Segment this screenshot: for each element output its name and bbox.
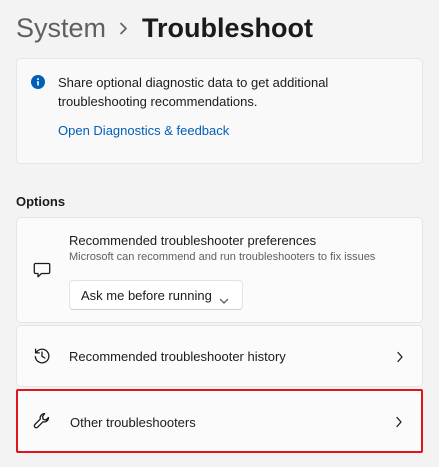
troubleshooter-preferences-card: Recommended troubleshooter preferences M… (16, 217, 423, 323)
breadcrumb-system[interactable]: System (16, 13, 106, 44)
history-icon (32, 346, 52, 366)
page-title: Troubleshoot (142, 12, 314, 43)
other-troubleshooters-label: Other troubleshooters (70, 415, 196, 430)
troubleshooter-history-row[interactable]: Recommended troubleshooter history (16, 325, 423, 387)
other-troubleshooters-row[interactable]: Other troubleshooters (16, 389, 423, 453)
breadcrumb-separator-chevron-icon (106, 8, 142, 48)
dropdown-selected-value: Ask me before running (81, 288, 212, 303)
chevron-right-icon (395, 415, 403, 433)
info-icon (31, 75, 45, 89)
wrench-icon (32, 411, 52, 431)
chat-bubble-icon (32, 260, 52, 280)
diagnostics-info-message: Share optional diagnostic data to get ad… (58, 75, 329, 109)
troubleshooter-preference-dropdown[interactable]: Ask me before running (69, 280, 243, 310)
open-diagnostics-feedback-link[interactable]: Open Diagnostics & feedback (58, 123, 229, 138)
options-section-label: Options (16, 194, 66, 209)
breadcrumb: System Troubleshoot (16, 8, 313, 48)
preferences-title: Recommended troubleshooter preferences (69, 233, 317, 248)
diagnostics-info-card: Share optional diagnostic data to get ad… (16, 58, 423, 164)
chevron-down-icon (219, 292, 229, 310)
preferences-description: Microsoft can recommend and run troubles… (69, 251, 376, 263)
chevron-right-icon (396, 350, 404, 368)
troubleshooter-history-label: Recommended troubleshooter history (69, 349, 286, 364)
